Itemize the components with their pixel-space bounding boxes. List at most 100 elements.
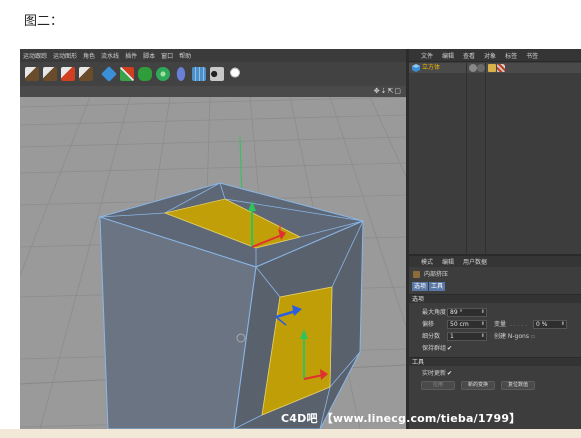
floor-button[interactable] bbox=[190, 65, 207, 83]
pen-icon bbox=[119, 67, 134, 81]
render-settings-icon bbox=[78, 67, 93, 81]
light-button[interactable] bbox=[226, 65, 243, 83]
max-angle-label: 最大角度 bbox=[422, 309, 447, 316]
tab-options[interactable]: 选项 bbox=[412, 282, 429, 291]
visibility-dot-icon[interactable] bbox=[469, 64, 477, 72]
section-options-label: 选项 bbox=[412, 296, 425, 303]
ngons-checkbox[interactable]: ▫ bbox=[531, 332, 535, 341]
menu-character[interactable]: 角色 bbox=[83, 51, 95, 60]
section-options: 选项 bbox=[409, 294, 581, 303]
spinner-icon[interactable]: ⬍ bbox=[481, 321, 485, 328]
max-angle-value: 89 ° bbox=[450, 309, 463, 316]
toolbar bbox=[20, 62, 406, 86]
offset-label: 偏移 bbox=[422, 321, 435, 328]
attribute-tabs: 选项 工具 bbox=[412, 282, 446, 291]
viewport-canvas[interactable] bbox=[20, 97, 406, 429]
render-picture-viewer-button[interactable] bbox=[59, 65, 76, 83]
ngons-label: 创建 N-gons bbox=[494, 333, 529, 340]
cube-button[interactable] bbox=[100, 65, 117, 83]
render-picture-viewer-icon bbox=[60, 67, 75, 81]
om-menu-object[interactable]: 对象 bbox=[484, 51, 496, 60]
menu-help[interactable]: 帮助 bbox=[179, 51, 191, 60]
deformer-icon bbox=[174, 64, 187, 84]
cloner-icon bbox=[155, 67, 170, 81]
viewport-header: ✥⇣⇱▢ bbox=[20, 86, 406, 97]
inner-extrude-icon bbox=[413, 271, 420, 278]
menubar: 运动跟踪 运动图形 角色 流水线 插件 脚本 窗口 帮助 bbox=[20, 49, 406, 62]
texture-tag-icon[interactable] bbox=[497, 64, 505, 72]
subdivision-label: 细分数 bbox=[422, 333, 441, 340]
tab-tool[interactable]: 工具 bbox=[429, 282, 446, 291]
cube-object[interactable] bbox=[98, 182, 365, 429]
camera-button[interactable] bbox=[208, 65, 225, 83]
floor-icon bbox=[191, 67, 206, 81]
keep-groups-label: 保持群组 bbox=[422, 345, 447, 352]
object-name-cube[interactable]: 立方体 bbox=[422, 63, 440, 73]
deformer-button[interactable] bbox=[172, 64, 189, 84]
attribute-manager: 模式 编辑 用户数据 内部挤压 选项 工具 选项 最大角度 89 ° ⬍ 偏移 5… bbox=[409, 254, 581, 429]
menu-motion-tracking[interactable]: 运动跟踪 bbox=[23, 51, 47, 60]
attribute-manager-menu: 模式 编辑 用户数据 bbox=[409, 256, 581, 267]
render-view-icon bbox=[42, 67, 57, 81]
pen-button[interactable] bbox=[118, 65, 135, 83]
apply-button[interactable]: 应用 bbox=[421, 381, 455, 390]
keep-groups-checkbox[interactable]: ✔ bbox=[447, 344, 452, 353]
render-region-icon bbox=[24, 67, 39, 81]
variance-label: 变量 bbox=[494, 321, 507, 328]
object-manager: 文件 编辑 查看 对象 标签 书签 立方体 bbox=[409, 49, 581, 254]
offset-field[interactable]: 50 cm ⬍ bbox=[447, 320, 487, 329]
variance-field[interactable]: 0 % ⬍ bbox=[533, 320, 567, 329]
menu-window[interactable]: 窗口 bbox=[161, 51, 173, 60]
tool-title: 内部挤压 bbox=[409, 268, 581, 281]
section-tool: 工具 bbox=[409, 357, 581, 366]
menu-plugins[interactable]: 插件 bbox=[125, 51, 137, 60]
render-view-button[interactable] bbox=[41, 65, 58, 83]
am-menu-user-data[interactable]: 用户数据 bbox=[463, 257, 487, 266]
watermark: C4D吧 【www.linecg.com/tieba/1799】 bbox=[281, 412, 521, 425]
realtime-update-label: 实时更新 bbox=[422, 370, 447, 377]
menu-pipeline[interactable]: 流水线 bbox=[101, 51, 119, 60]
om-menu-tags[interactable]: 标签 bbox=[505, 51, 517, 60]
variance-value: 0 % bbox=[536, 321, 548, 328]
subdivision-icon bbox=[137, 67, 152, 81]
camera-icon bbox=[209, 67, 224, 81]
viewport-nav-icons[interactable]: ✥⇣⇱▢ bbox=[374, 86, 402, 97]
om-menu-file[interactable]: 文件 bbox=[421, 51, 433, 60]
page-bottom-strip bbox=[0, 429, 581, 438]
figure-caption: 图二： bbox=[24, 14, 64, 29]
cube-icon bbox=[412, 64, 420, 72]
variance-dots: . . . . . bbox=[510, 321, 528, 328]
menu-script[interactable]: 脚本 bbox=[143, 51, 155, 60]
max-angle-field[interactable]: 89 ° ⬍ bbox=[447, 308, 487, 317]
subdivision-field[interactable]: 1 ⬍ bbox=[447, 332, 487, 341]
am-menu-mode[interactable]: 模式 bbox=[421, 257, 433, 266]
am-menu-edit[interactable]: 编辑 bbox=[442, 257, 454, 266]
reset-values-button[interactable]: 复位数值 bbox=[501, 381, 535, 390]
om-column-divider bbox=[466, 63, 467, 254]
om-column-divider bbox=[485, 63, 486, 254]
section-tool-label: 工具 bbox=[412, 359, 425, 366]
object-manager-menu: 文件 编辑 查看 对象 标签 书签 bbox=[409, 49, 581, 62]
cloner-button[interactable] bbox=[154, 65, 171, 83]
menu-mograph[interactable]: 运动图形 bbox=[53, 51, 77, 60]
om-menu-view[interactable]: 查看 bbox=[463, 51, 475, 60]
cube-icon bbox=[100, 66, 117, 82]
c4d-window: 运动跟踪 运动图形 角色 流水线 插件 脚本 窗口 帮助 ✥⇣⇱▢ 文件 编辑 … bbox=[20, 49, 581, 429]
new-transform-button[interactable]: 新的变换 bbox=[461, 381, 495, 390]
spinner-icon[interactable]: ⬍ bbox=[481, 309, 485, 316]
viewport[interactable] bbox=[20, 97, 406, 429]
render-settings-button[interactable] bbox=[77, 65, 94, 83]
subdivision-value: 1 bbox=[450, 333, 454, 340]
om-menu-edit[interactable]: 编辑 bbox=[442, 51, 454, 60]
realtime-update-checkbox[interactable]: ✔ bbox=[447, 369, 452, 378]
check-icon[interactable] bbox=[477, 64, 485, 72]
subdivision-button[interactable] bbox=[136, 65, 153, 83]
tool-name: 内部挤压 bbox=[424, 271, 449, 278]
phong-tag-icon[interactable] bbox=[488, 64, 496, 72]
light-icon bbox=[227, 67, 242, 81]
om-menu-bookmarks[interactable]: 书签 bbox=[526, 51, 538, 60]
spinner-icon[interactable]: ⬍ bbox=[561, 321, 565, 328]
spinner-icon[interactable]: ⬍ bbox=[481, 333, 485, 340]
object-row-cube[interactable]: 立方体 bbox=[409, 63, 581, 73]
render-region-button[interactable] bbox=[23, 65, 40, 83]
